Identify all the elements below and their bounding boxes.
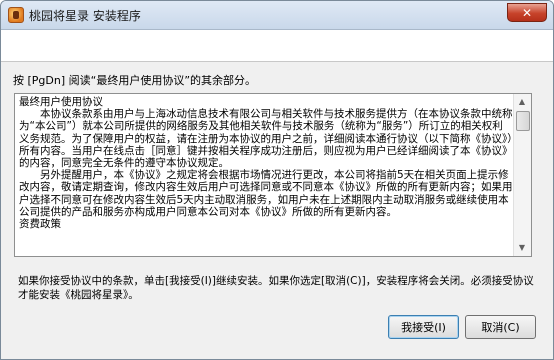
license-textarea[interactable]: 最终用户使用协议 本协议条款系由用户与上海冰动信息技术有限公司与相关软件与技术服… <box>14 93 532 257</box>
scroll-down-icon[interactable]: ▼ <box>514 240 530 256</box>
close-icon: ✕ <box>521 6 533 20</box>
scroll-thumb[interactable] <box>516 111 530 131</box>
window-title: 桃园将星录 安装程序 <box>29 9 141 23</box>
title-bar[interactable]: 桃园将星录 安装程序 ✕ <box>1 1 553 30</box>
header-panel <box>1 30 553 62</box>
installer-window: 桃园将星录 安装程序 ✕ 按 [PgDn] 阅读“最终用户使用协议”的其余部分。… <box>0 0 554 360</box>
accept-button[interactable]: 我接受(I) <box>388 315 459 339</box>
scroll-up-icon[interactable]: ▲ <box>514 94 530 110</box>
footer-text: 如果你接受协议中的条款，单击[我接受(I)]继续安装。如果你选定[取消(C)]，… <box>18 275 534 301</box>
app-icon <box>8 7 24 23</box>
license-scrollbar[interactable]: ▲ ▼ <box>513 94 531 256</box>
cancel-button[interactable]: 取消(C) <box>465 315 536 339</box>
instruction-text: 按 [PgDn] 阅读“最终用户使用协议”的其余部分。 <box>13 74 257 87</box>
close-button[interactable]: ✕ <box>507 3 547 22</box>
license-text: 最终用户使用协议 本协议条款系由用户与上海冰动信息技术有限公司与相关软件与技术服… <box>19 96 513 231</box>
